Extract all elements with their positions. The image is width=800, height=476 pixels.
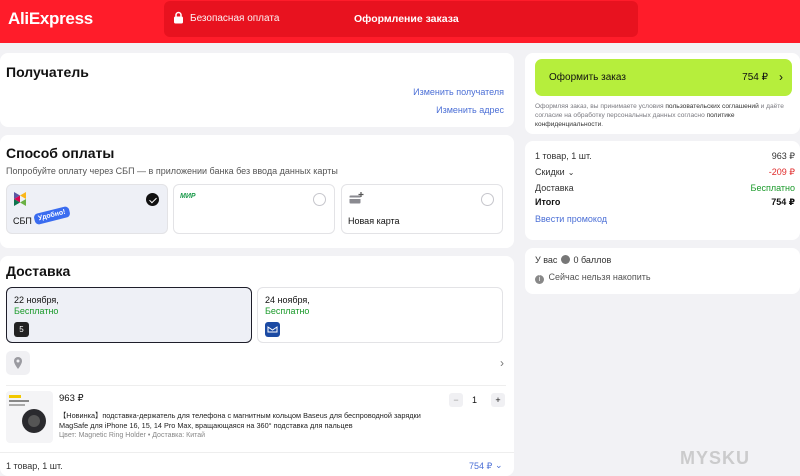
bonus-points: 0 баллов [573, 255, 612, 265]
pickup-point-row[interactable]: › [6, 351, 506, 375]
delivery-price: Бесплатно [14, 306, 59, 316]
location-pin-icon [6, 351, 30, 375]
bonus-balance: У вас 0 баллов [535, 255, 611, 265]
delivery-option-2[interactable]: 24 ноября, Бесплатно [257, 287, 503, 343]
mir-logo-icon: МИР [180, 193, 196, 200]
summary-delivery-value: Бесплатно [750, 183, 795, 193]
payment-subtitle: Попробуйте оплату через СБП — в приложен… [6, 166, 338, 176]
recipient-card: Получатель Изменить получателя Изменить … [0, 53, 514, 127]
bonus-prefix: У вас [535, 255, 558, 265]
coin-icon [560, 255, 570, 264]
item-title-line2[interactable]: MagSafe для iPhone 16, 15, 14 Pro Max, в… [59, 421, 353, 430]
place-order-sum: 754 ₽ [742, 72, 768, 83]
user-agreement-link[interactable]: пользовательских соглашений [665, 103, 758, 110]
delivery-title: Доставка [6, 263, 71, 279]
change-address-link[interactable]: Изменить адрес [436, 105, 504, 115]
info-icon: i [535, 275, 544, 284]
russian-post-icon [265, 322, 280, 337]
chevron-right-icon: › [779, 70, 783, 84]
delivery-date: 24 ноября, [265, 295, 310, 305]
summary-total-row: Итого 754 ₽ [535, 197, 795, 207]
summary-items-value: 963 ₽ [771, 151, 795, 161]
qty-plus-button[interactable]: + [491, 393, 505, 407]
qty-value[interactable]: 1 [472, 395, 477, 405]
summary-delivery-label: Доставка [535, 183, 574, 193]
carrier-5post-icon: 5 [14, 322, 29, 337]
summary-items-row: 1 товар, 1 шт. 963 ₽ [535, 151, 795, 161]
summary-discount-label: Скидки [535, 167, 565, 177]
cart-item: 963 ₽ 【Новинка】подставка-держатель для т… [6, 391, 506, 443]
bonus-note: Сейчас нельзя накопить [548, 272, 651, 282]
item-title-line1[interactable]: 【Новинка】подставка-держатель для телефон… [59, 411, 421, 421]
divider [6, 385, 506, 386]
header-info-box: Безопасная оплата Оформление заказа [164, 1, 638, 37]
delivery-card: Доставка 22 ноября, Бесплатно 5 24 ноябр… [0, 256, 514, 476]
mir-radio[interactable] [313, 193, 326, 206]
top-bar: AliExpress Безопасная оплата Оформление … [0, 0, 800, 43]
summary-items-label: 1 товар, 1 шт. [535, 151, 592, 161]
promo-code-link[interactable]: Ввести промокод [535, 214, 607, 224]
watermark: MYSKU [680, 448, 751, 468]
change-recipient-link[interactable]: Изменить получателя [413, 87, 504, 97]
sbp-badge: Удобно! [33, 205, 71, 226]
delivery-date: 22 ноября, [14, 295, 59, 305]
place-order-button[interactable]: Оформить заказ 754 ₽ › [535, 59, 792, 96]
lock-icon [173, 11, 184, 27]
payment-card: Способ оплаты Попробуйте оплату через СБ… [0, 135, 514, 248]
summary-total-value: 754 ₽ [771, 197, 795, 207]
item-price: 963 ₽ [59, 393, 84, 404]
sbp-logo-icon [14, 192, 26, 209]
summary-discount-row[interactable]: Скидки ⌄ -209 ₽ [535, 167, 795, 177]
page-title: Оформление заказа [354, 13, 459, 25]
delivery-footer-total[interactable]: 754 ₽ [469, 461, 492, 472]
sbp-radio[interactable] [146, 193, 159, 206]
aliexpress-logo[interactable]: AliExpress [8, 9, 93, 29]
payment-title: Способ оплаты [6, 145, 115, 161]
summary-card: 1 товар, 1 шт. 963 ₽ Скидки ⌄ -209 ₽ Дост… [525, 141, 800, 240]
summary-delivery-row: Доставка Бесплатно [535, 183, 795, 193]
summary-discount-value: -209 ₽ [768, 167, 795, 177]
delivery-price: Бесплатно [265, 306, 310, 316]
delivery-footer-count: 1 товар, 1 шт. [6, 461, 63, 471]
new-card-label: Новая карта [348, 216, 400, 226]
recipient-title: Получатель [6, 64, 89, 80]
summary-total-label: Итого [535, 197, 561, 207]
divider [0, 452, 514, 453]
chevron-down-icon[interactable]: ⌄ [495, 460, 503, 471]
product-image[interactable] [6, 391, 53, 443]
delivery-option-1[interactable]: 22 ноября, Бесплатно 5 [6, 287, 252, 343]
order-terms: Оформляя заказ, вы принимаете условия по… [535, 103, 784, 128]
chevron-right-icon: › [500, 356, 504, 370]
place-order-label: Оформить заказ [549, 72, 626, 83]
payment-option-sbp[interactable]: СБП Удобно! [6, 184, 168, 234]
bonus-card: У вас 0 баллов i Сейчас нельзя накопить [525, 248, 800, 294]
qty-minus-button[interactable]: − [449, 393, 463, 407]
new-card-radio[interactable] [481, 193, 494, 206]
payment-option-mir[interactable]: МИР [173, 184, 335, 234]
payment-option-new-card[interactable]: Новая карта [341, 184, 503, 234]
secure-payment-text: Безопасная оплата [190, 13, 280, 24]
add-card-icon [349, 192, 364, 207]
order-card: Оформить заказ 754 ₽ › Оформляя заказ, в… [525, 53, 800, 134]
bonus-note-row: i Сейчас нельзя накопить [535, 272, 651, 284]
sbp-label: СБП [13, 216, 32, 226]
chevron-down-icon: ⌄ [567, 168, 575, 177]
item-meta: Цвет: Magnetic Ring Holder • Доставка: К… [59, 432, 206, 439]
